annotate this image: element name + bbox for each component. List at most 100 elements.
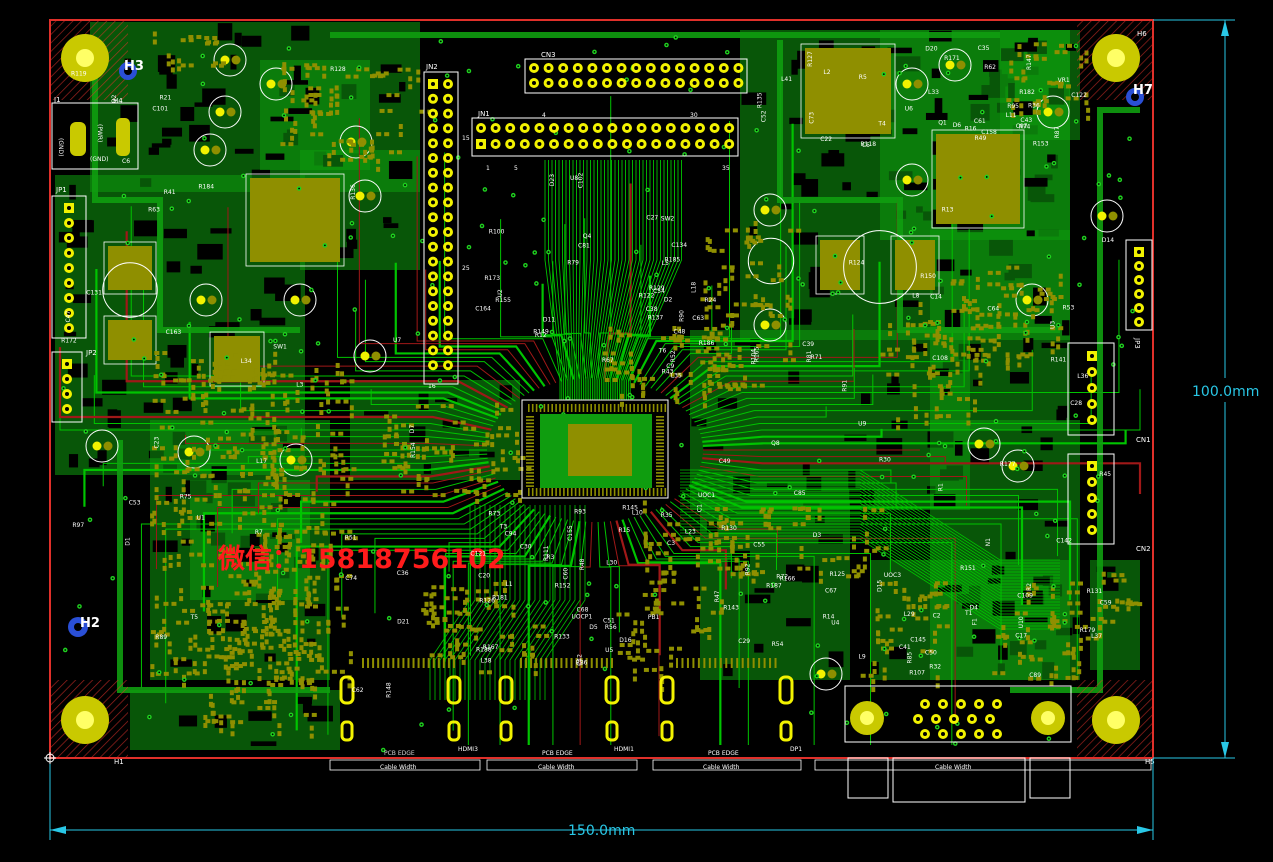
via-drill — [239, 319, 241, 321]
pin-number: 4 — [542, 112, 546, 119]
smd-pad — [1020, 283, 1024, 288]
smd-pad — [230, 375, 235, 379]
smd-pad — [276, 629, 281, 633]
smd-pad — [219, 728, 223, 733]
via-drill — [512, 194, 514, 196]
smd-pad — [277, 731, 281, 736]
cap-pad — [291, 296, 300, 305]
smd-pad — [1004, 294, 1009, 298]
via-drill — [586, 594, 588, 596]
via-drill — [446, 75, 448, 77]
pin-hole — [446, 126, 450, 130]
soc-pin — [567, 404, 569, 412]
soc-pin — [633, 404, 635, 412]
smd-pad — [380, 109, 385, 113]
smd-pad — [943, 605, 948, 609]
ref-designator: R150 — [920, 273, 936, 280]
via-drill — [274, 340, 276, 342]
smd-pad — [338, 432, 343, 436]
mounting-hole-h1[interactable] — [61, 696, 109, 744]
pour-clearance — [69, 185, 76, 200]
smd-pad — [211, 384, 215, 389]
pin-hole — [446, 245, 450, 249]
smd-pad — [318, 112, 323, 116]
via-drill — [143, 358, 145, 360]
pour-clearance — [248, 711, 271, 721]
ref-designator: D7 — [409, 425, 416, 434]
via-drill — [218, 624, 220, 626]
via-drill — [1025, 332, 1027, 334]
pin-hole — [678, 81, 682, 85]
smd-pad — [340, 158, 345, 162]
port-signal-pad — [560, 658, 562, 668]
port-signal-pad — [397, 658, 399, 668]
pour-clearance — [988, 578, 1001, 583]
smd-pad — [249, 580, 254, 584]
smd-pad — [272, 587, 276, 592]
smd-pad — [747, 244, 751, 249]
smd-pad — [288, 670, 293, 674]
smd-pad — [653, 588, 658, 592]
smd-pad — [906, 355, 911, 359]
cap-pad — [986, 440, 995, 449]
cap-pad — [1055, 108, 1064, 117]
smd-pad — [332, 142, 336, 147]
ref-designator: R45 — [1099, 471, 1111, 478]
pin-hole — [722, 81, 726, 85]
smd-pad — [302, 466, 307, 470]
smd-pad — [288, 652, 293, 656]
ref-designator: R47 — [714, 590, 721, 602]
smd-pad — [1018, 652, 1022, 657]
via-drill — [540, 406, 542, 408]
smd-pad — [746, 228, 750, 233]
smd-pad — [750, 303, 755, 307]
cap-pad — [104, 442, 113, 451]
mounting-hole-h6[interactable] — [1092, 34, 1140, 82]
via-drill — [112, 577, 114, 579]
via-drill — [454, 376, 456, 378]
main-soc-u2[interactable] — [522, 400, 668, 498]
smd-pad — [976, 336, 981, 340]
via-drill — [306, 621, 308, 623]
smd-pad — [675, 522, 680, 526]
smd-pad — [1067, 590, 1072, 594]
smd-pad — [680, 343, 684, 348]
smd-pad — [277, 591, 282, 595]
port-signal-pad — [769, 658, 771, 668]
smd-pad — [758, 261, 763, 265]
cap-pad — [903, 176, 912, 185]
port-signal-pad — [692, 658, 694, 668]
ref-designator: R130 — [721, 525, 737, 532]
smd-pad — [739, 364, 744, 368]
smd-pad — [301, 435, 306, 439]
smd-pad — [293, 121, 297, 126]
port-label-hdmi3: HDMI3 — [458, 746, 478, 753]
smd-pad — [168, 649, 172, 654]
smd-pad — [188, 646, 192, 651]
pcb-edge-label: PCB EDGE — [708, 750, 739, 757]
soc-pin — [602, 488, 604, 496]
soc-pin — [598, 488, 600, 496]
smd-pad — [279, 497, 283, 502]
smd-pad — [265, 618, 269, 623]
smd-pad — [163, 602, 168, 606]
smd-pad — [184, 621, 189, 625]
smd-pad — [888, 331, 892, 336]
soc-pin — [528, 488, 530, 496]
smd-pad — [288, 142, 293, 146]
smd-pad — [254, 377, 258, 382]
smd-pad — [1027, 308, 1032, 312]
smd-pad — [249, 407, 254, 411]
smd-pad — [177, 58, 181, 63]
ref-designator: L11 — [1006, 112, 1017, 119]
pin-hole — [431, 171, 435, 175]
port-signal-pad — [535, 658, 537, 668]
pour-clearance — [786, 618, 811, 626]
smd-pad — [508, 408, 513, 412]
via-drill — [563, 340, 565, 342]
smd-pad — [613, 378, 618, 382]
smd-pad — [179, 596, 183, 601]
via-drill — [1075, 415, 1077, 417]
smd-pad — [322, 462, 326, 467]
mounting-hole-h5[interactable] — [1092, 696, 1140, 744]
